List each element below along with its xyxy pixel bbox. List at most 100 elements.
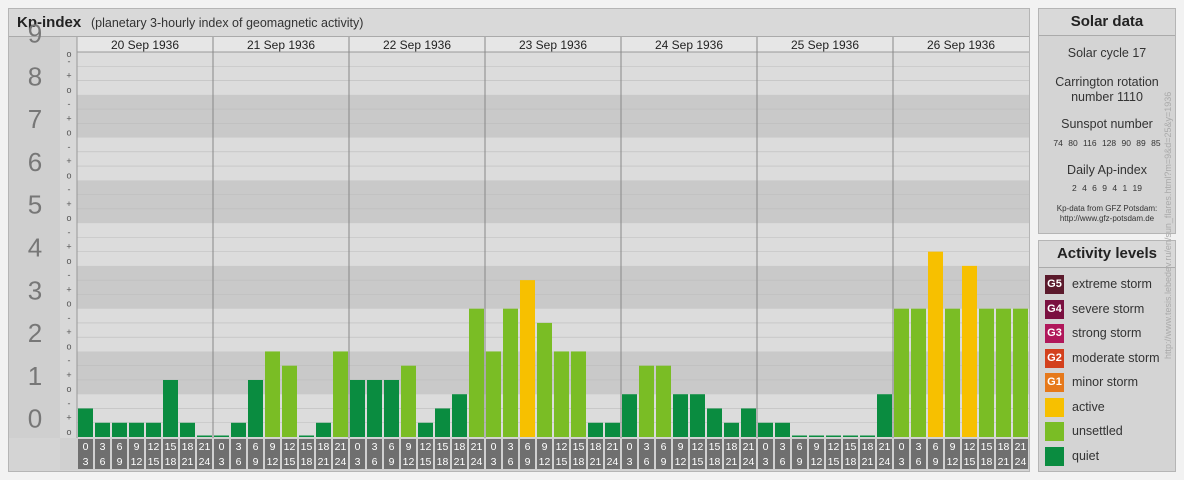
band-7 <box>77 94 1029 138</box>
interval-end-label: 18 <box>301 456 313 468</box>
kp-bar <box>350 379 365 437</box>
y-subtick-label: - <box>68 313 71 323</box>
y-subtick-label: + <box>66 199 71 209</box>
interval-end-label: 15 <box>284 456 296 468</box>
kp-bar <box>741 408 756 437</box>
kp-bar <box>928 251 943 437</box>
interval-start-label: 21 <box>199 441 211 453</box>
interval-start-label: 0 <box>491 441 497 453</box>
band-1 <box>77 351 1029 395</box>
kp-bar <box>180 422 195 437</box>
band-6 <box>77 137 1029 181</box>
kp-bar <box>384 379 399 437</box>
interval-start-label: 12 <box>284 441 296 453</box>
kp-bar <box>775 422 790 437</box>
interval-end-label: 12 <box>403 456 415 468</box>
interval-start-label: 18 <box>454 441 466 453</box>
kp-bar <box>639 365 654 437</box>
kp-bar <box>163 379 178 437</box>
y-subtick-label: - <box>68 185 71 195</box>
interval-end-label: 24 <box>471 456 483 468</box>
kp-bar <box>911 308 926 437</box>
kp-bar <box>707 408 722 437</box>
interval-start-label: 12 <box>148 441 160 453</box>
interval-end-label: 12 <box>811 456 823 468</box>
interval-start-label: 6 <box>117 441 123 453</box>
y-subtick-label: + <box>66 71 71 81</box>
legend-swatch <box>1045 446 1064 466</box>
y-tick-label: 5 <box>28 190 42 220</box>
interval-end-label: 12 <box>947 456 959 468</box>
interval-end-label: 12 <box>131 456 143 468</box>
source-watermark: http://www.tesis.lebedev.ru/en/sun_flare… <box>1163 91 1173 359</box>
y-tick-label: 9 <box>28 19 42 49</box>
interval-end-label: 24 <box>607 456 619 468</box>
interval-end-label: 24 <box>199 456 211 468</box>
kp-bar <box>758 422 773 437</box>
interval-start-label: 6 <box>661 441 667 453</box>
y-tick-label: 4 <box>28 233 42 263</box>
y-subtick-label: o <box>66 128 71 138</box>
interval-start-label: 18 <box>998 441 1010 453</box>
y-subtick-label: o <box>66 170 71 180</box>
interval-end-label: 21 <box>318 456 330 468</box>
kp-bar <box>78 408 93 437</box>
interval-start-label: 18 <box>318 441 330 453</box>
y-subtick-label: - <box>68 398 71 408</box>
interval-end-label: 18 <box>165 456 177 468</box>
kp-bar <box>894 308 909 437</box>
legend-label: extreme storm <box>1072 277 1152 291</box>
interval-end-label: 3 <box>899 456 905 468</box>
y-tick-label: 0 <box>28 404 42 434</box>
legend-swatch: G2 <box>1045 348 1064 368</box>
kp-bar <box>367 379 382 437</box>
y-subtick-label: + <box>66 413 71 423</box>
interval-end-label: 18 <box>709 456 721 468</box>
interval-end-label: 9 <box>253 456 259 468</box>
kp-bar <box>299 435 314 437</box>
interval-start-label: 21 <box>607 441 619 453</box>
interval-start-label: 9 <box>406 441 412 453</box>
y-subtick-label: o <box>66 384 71 394</box>
y-subtick-label: o <box>66 213 71 223</box>
day-label: 26 Sep 1936 <box>927 38 995 52</box>
y-subtick-label: + <box>66 370 71 380</box>
interval-end-label: 21 <box>998 456 1010 468</box>
interval-start-label: 6 <box>389 441 395 453</box>
y-subtick-label: + <box>66 113 71 123</box>
interval-end-label: 3 <box>627 456 633 468</box>
interval-start-label: 18 <box>590 441 602 453</box>
interval-start-label: 15 <box>845 441 857 453</box>
interval-end-label: 6 <box>780 456 786 468</box>
interval-end-label: 6 <box>100 456 106 468</box>
legend-swatch <box>1045 397 1064 417</box>
interval-end-label: 21 <box>182 456 194 468</box>
interval-end-label: 9 <box>797 456 803 468</box>
interval-start-label: 6 <box>797 441 803 453</box>
interval-start-label: 15 <box>165 441 177 453</box>
kp-bar <box>622 394 637 437</box>
kp-bar <box>214 435 229 437</box>
interval-end-label: 21 <box>590 456 602 468</box>
kp-bar <box>418 422 433 437</box>
interval-end-label: 15 <box>556 456 568 468</box>
interval-start-label: 3 <box>236 441 242 453</box>
day-label: 23 Sep 1936 <box>519 38 587 52</box>
kp-bar <box>537 322 552 437</box>
interval-end-label: 15 <box>148 456 160 468</box>
y-subtick-label: - <box>68 99 71 109</box>
solar-data-title: Solar data <box>1039 9 1175 36</box>
interval-start-label: 9 <box>270 441 276 453</box>
interval-start-label: 18 <box>726 441 738 453</box>
y-tick-label: 1 <box>28 361 42 391</box>
interval-start-label: 3 <box>508 441 514 453</box>
interval-end-label: 18 <box>437 456 449 468</box>
kp-bar <box>605 422 620 437</box>
interval-end-label: 12 <box>675 456 687 468</box>
kp-bar <box>809 435 824 437</box>
y-subtick-label: o <box>66 299 71 309</box>
interval-end-label: 6 <box>644 456 650 468</box>
interval-start-label: 3 <box>916 441 922 453</box>
interval-start-label: 6 <box>253 441 259 453</box>
legend-swatch: G3 <box>1045 324 1064 343</box>
